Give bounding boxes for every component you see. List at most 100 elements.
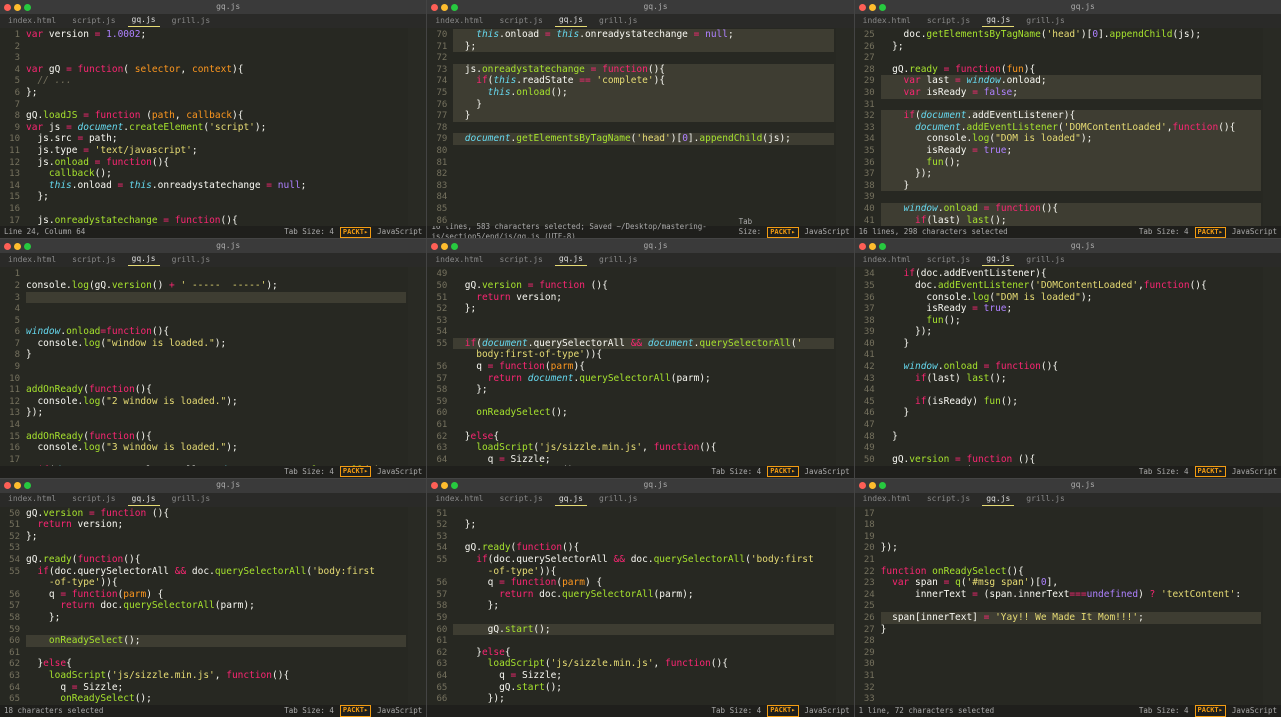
close-button[interactable] (4, 243, 11, 250)
code-line[interactable]: gQ.version = function (){ (453, 280, 833, 292)
code-line[interactable]: onReadySelect(); (26, 693, 406, 705)
code-line[interactable]: console.log("3 window is loaded."); (26, 442, 406, 454)
code-line[interactable]: onReadySelect(); (26, 635, 406, 647)
code-editor[interactable]: 343536373839404142434445464748495051 if(… (855, 267, 1281, 465)
code-line[interactable] (881, 508, 1261, 520)
code-line[interactable]: console.log("DOM is loaded"); (881, 292, 1261, 304)
code-area[interactable]: gQ.version = function (){ return version… (451, 267, 835, 465)
file-tab[interactable]: index.html (4, 255, 60, 266)
code-line[interactable]: q = function(parm) { (26, 589, 406, 601)
code-line[interactable] (453, 191, 833, 203)
file-tab[interactable]: index.html (859, 16, 915, 27)
code-line[interactable]: if(last) last(); (881, 215, 1261, 227)
language-indicator[interactable]: JavaScript (377, 227, 422, 237)
file-tab[interactable]: index.html (431, 494, 487, 505)
file-tab[interactable]: script.js (923, 255, 974, 266)
code-line[interactable] (881, 658, 1261, 670)
language-indicator[interactable]: JavaScript (805, 467, 850, 477)
code-line[interactable] (26, 419, 406, 431)
file-tab[interactable]: grill.js (168, 255, 215, 266)
code-line[interactable]: }else{ (453, 647, 833, 659)
file-tab[interactable]: script.js (923, 494, 974, 505)
code-line[interactable]: this.onload = this.onreadystatechange = … (26, 180, 406, 192)
min-button[interactable] (14, 482, 21, 489)
code-line[interactable]: } (881, 180, 1261, 192)
language-indicator[interactable]: JavaScript (1232, 467, 1277, 477)
file-tab[interactable]: script.js (496, 494, 547, 505)
code-line[interactable]: gQ.version = function (){ (26, 508, 406, 520)
language-indicator[interactable]: JavaScript (377, 467, 422, 477)
min-button[interactable] (869, 243, 876, 250)
code-line[interactable] (26, 292, 406, 304)
code-editor[interactable]: 252627282930313233343536373839404142 doc… (855, 28, 1281, 226)
code-line[interactable] (881, 682, 1261, 694)
max-button[interactable] (879, 4, 886, 11)
code-line[interactable] (881, 554, 1261, 566)
code-line[interactable]: innerText = (span.innerText===undefined)… (881, 589, 1261, 601)
code-line[interactable]: addOnReady(function(){ (26, 384, 406, 396)
code-line[interactable]: } (453, 110, 833, 122)
code-line[interactable] (881, 519, 1261, 531)
code-line[interactable] (26, 268, 406, 280)
min-button[interactable] (869, 4, 876, 11)
code-line[interactable]: js.type = 'text/javascript'; (26, 145, 406, 157)
code-line[interactable] (453, 145, 833, 157)
code-line[interactable]: body:first-of-type')){ (453, 349, 833, 361)
code-line[interactable] (453, 419, 833, 431)
code-line[interactable]: }; (26, 87, 406, 99)
code-line[interactable]: window.onload=function(){ (26, 326, 406, 338)
file-tab[interactable]: grill.js (168, 494, 215, 505)
code-line[interactable]: }); (26, 407, 406, 419)
code-area[interactable]: if(doc.addEventListener){ doc.addEventLi… (879, 267, 1263, 465)
file-tab[interactable]: script.js (68, 255, 119, 266)
code-line[interactable] (453, 326, 833, 338)
code-area[interactable]: }); function onReadySelect(){ var span =… (879, 507, 1263, 705)
file-tab[interactable]: grill.js (168, 16, 215, 27)
code-line[interactable] (881, 419, 1261, 431)
file-tab[interactable]: index.html (859, 255, 915, 266)
code-line[interactable]: } (881, 431, 1261, 443)
code-line[interactable]: q = Sizzle; (453, 454, 833, 466)
code-area[interactable]: console.log(gQ.version() + ' ----- -----… (24, 267, 408, 465)
code-line[interactable]: fun(); (881, 157, 1261, 169)
code-editor[interactable]: 12345678910111213141516171819var version… (0, 28, 426, 226)
code-line[interactable]: }; (453, 384, 833, 396)
file-tab[interactable]: gq.js (982, 494, 1014, 506)
code-line[interactable] (26, 303, 406, 315)
language-indicator[interactable]: JavaScript (805, 227, 850, 237)
minimap[interactable] (836, 507, 854, 705)
file-tab[interactable]: script.js (496, 16, 547, 27)
language-indicator[interactable]: JavaScript (1232, 227, 1277, 237)
code-line[interactable]: js.src = path; (26, 133, 406, 145)
code-line[interactable]: doc.addEventListener('DOMContentLoaded',… (881, 280, 1261, 292)
code-line[interactable] (453, 508, 833, 520)
min-button[interactable] (869, 482, 876, 489)
minimap[interactable] (1263, 507, 1281, 705)
minimap[interactable] (1263, 267, 1281, 465)
code-area[interactable]: this.onload = this.onreadystatechange = … (451, 28, 835, 226)
code-line[interactable] (453, 52, 833, 64)
max-button[interactable] (451, 482, 458, 489)
file-tab[interactable]: grill.js (1022, 255, 1069, 266)
code-editor[interactable]: 50515253545556575859606162636465gQ.versi… (0, 507, 426, 705)
code-line[interactable] (26, 624, 406, 636)
close-button[interactable] (4, 482, 11, 489)
code-line[interactable]: // ... (26, 75, 406, 87)
min-button[interactable] (441, 482, 448, 489)
code-line[interactable]: gQ.start(); (453, 682, 833, 694)
minimap[interactable] (836, 28, 854, 226)
tab-size-indicator[interactable]: Tab Size: 4 (712, 467, 762, 477)
code-line[interactable] (26, 542, 406, 554)
code-line[interactable]: }else{ (26, 658, 406, 670)
minimap[interactable] (836, 267, 854, 465)
code-line[interactable] (453, 635, 833, 647)
file-tab[interactable]: index.html (4, 494, 60, 505)
file-tab[interactable]: script.js (923, 16, 974, 27)
code-line[interactable]: } (26, 349, 406, 361)
code-line[interactable]: var version = 1.0002; (26, 29, 406, 41)
code-line[interactable]: return version; (26, 519, 406, 531)
code-line[interactable]: if(last) last(); (881, 373, 1261, 385)
file-tab[interactable]: gq.js (555, 494, 587, 506)
code-line[interactable] (881, 600, 1261, 612)
file-tab[interactable]: gq.js (128, 494, 160, 506)
